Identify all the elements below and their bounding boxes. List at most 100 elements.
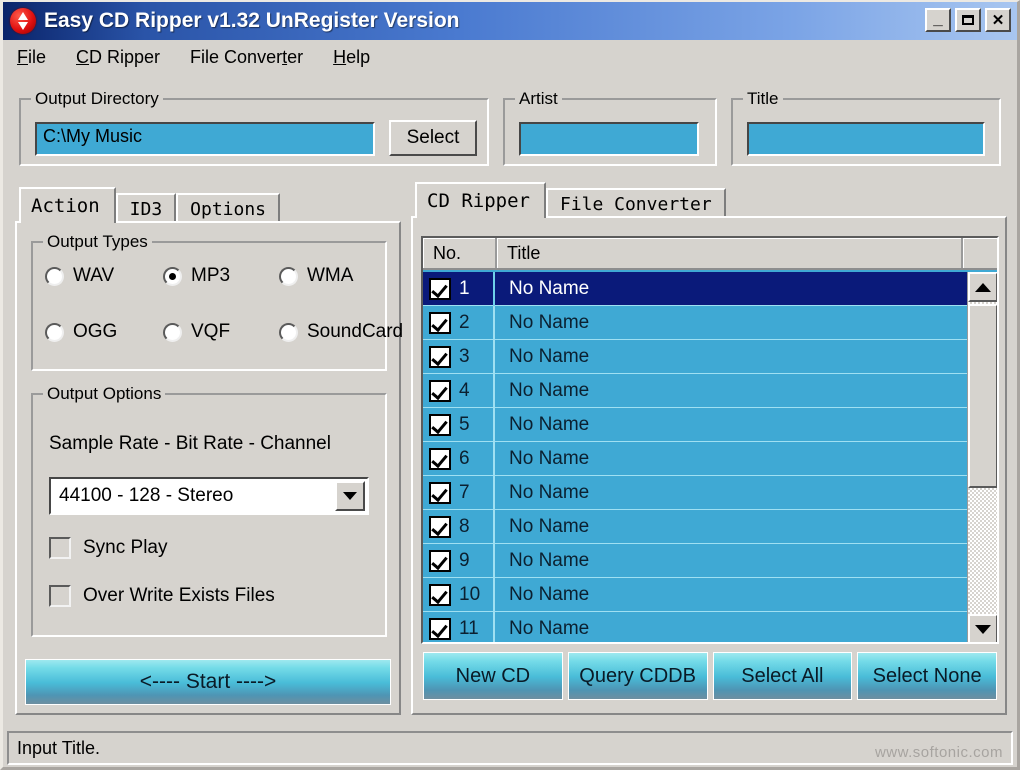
sync-play-label: Sync Play — [83, 537, 168, 558]
output-directory-label: Output Directory — [31, 89, 163, 109]
scroll-down-icon[interactable] — [968, 614, 997, 642]
window-controls: _ ✕ — [925, 8, 1011, 32]
tab-id3[interactable]: ID3 — [115, 193, 177, 223]
row-title: No Name — [493, 611, 967, 642]
menu-item-help[interactable]: Help — [333, 47, 370, 68]
row-checkbox-icon[interactable] — [429, 583, 451, 606]
row-no: 8 — [459, 515, 470, 537]
chevron-down-icon[interactable] — [335, 481, 365, 511]
row-title: No Name — [493, 509, 967, 544]
close-button[interactable]: ✕ — [985, 8, 1011, 32]
radio-wav[interactable]: WAV — [45, 265, 155, 287]
window-title: Easy CD Ripper v1.32 UnRegister Version — [44, 9, 460, 32]
column-header-title[interactable]: Title — [497, 238, 963, 268]
menu-item-file-converter[interactable]: File Converter — [190, 47, 303, 68]
tab-cd-ripper[interactable]: CD Ripper — [415, 182, 546, 218]
row-no: 7 — [459, 481, 470, 503]
row-checkbox-icon[interactable] — [429, 515, 451, 538]
radio-ogg-icon — [45, 322, 64, 342]
row-title: No Name — [493, 407, 967, 442]
start-button[interactable]: <---- Start ----> — [25, 659, 391, 705]
track-list-body[interactable]: 1 No Name 2 No Name 3 No Name 4 No Name — [423, 272, 967, 642]
row-checkbox-icon[interactable] — [429, 311, 451, 334]
radio-wma[interactable]: WMA — [279, 265, 353, 287]
select-all-button[interactable]: Select All — [712, 652, 853, 700]
title-input[interactable] — [747, 122, 985, 156]
artist-group: Artist — [503, 89, 717, 166]
menu-item-cd-ripper[interactable]: CD Ripper — [76, 47, 160, 68]
table-row[interactable]: 2 No Name — [423, 305, 967, 340]
row-title: No Name — [493, 305, 967, 340]
row-no: 3 — [459, 345, 470, 367]
output-types-group: Output Types WAV MP3 WMA OGG VQF SoundCa… — [31, 232, 403, 371]
table-row[interactable]: 11 No Name — [423, 611, 967, 642]
column-header-pad — [963, 238, 997, 268]
cd-ripper-tab-panel: No. Title 1 No Name 2 No Name 3 No Name … — [411, 216, 1007, 715]
row-checkbox-icon[interactable] — [429, 413, 451, 436]
radio-vqf-icon — [163, 322, 182, 342]
query-cddb-button[interactable]: Query CDDB — [567, 652, 708, 700]
scrollbar-thumb[interactable] — [968, 304, 997, 488]
table-row[interactable]: 7 No Name — [423, 475, 967, 510]
table-row[interactable]: 1 No Name — [423, 272, 967, 306]
title-value — [749, 124, 983, 127]
column-header-no[interactable]: No. — [423, 238, 497, 268]
table-row[interactable]: 4 No Name — [423, 373, 967, 408]
table-row[interactable]: 6 No Name — [423, 441, 967, 476]
row-title: No Name — [493, 543, 967, 578]
minimize-icon: _ — [933, 9, 943, 28]
row-checkbox-icon[interactable] — [429, 345, 451, 368]
radio-vqf-label: VQF — [191, 321, 231, 342]
output-directory-input[interactable]: C:\My Music — [35, 122, 375, 156]
row-checkbox-icon[interactable] — [429, 447, 451, 470]
radio-ogg[interactable]: OGG — [45, 321, 155, 343]
menu-item-file-label: ile — [28, 46, 47, 67]
row-checkbox-icon[interactable] — [429, 277, 451, 300]
sample-rate-combobox[interactable]: 44100 - 128 - Stereo — [49, 477, 369, 515]
row-title: No Name — [493, 441, 967, 476]
new-cd-button[interactable]: New CD — [423, 652, 563, 700]
radio-soundcard[interactable]: SoundCard — [279, 321, 403, 343]
checkbox-over-write[interactable]: Over Write Exists Files — [49, 585, 275, 607]
menu-item-cd-ripper-label: D Ripper — [89, 46, 161, 67]
cd-ripper-icon — [8, 6, 38, 36]
output-types-row-1: WAV MP3 WMA — [45, 265, 361, 287]
sample-rate-caption: Sample Rate - Bit Rate - Channel — [49, 433, 331, 454]
tab-action[interactable]: Action — [19, 187, 116, 223]
menu-bar: File CD Ripper File Converter Help — [3, 42, 1017, 72]
row-no: 1 — [459, 277, 470, 299]
artist-input[interactable] — [519, 122, 699, 156]
table-row[interactable]: 9 No Name — [423, 543, 967, 578]
radio-mp3[interactable]: MP3 — [163, 265, 271, 287]
status-text: Input Title. — [17, 737, 101, 758]
row-checkbox-icon[interactable] — [429, 481, 451, 504]
table-row[interactable]: 10 No Name — [423, 577, 967, 612]
title-label: Title — [743, 89, 783, 109]
table-row[interactable]: 3 No Name — [423, 339, 967, 374]
select-none-button[interactable]: Select None — [857, 652, 997, 700]
tab-options[interactable]: Options — [176, 193, 281, 223]
minimize-button[interactable]: _ — [925, 8, 951, 32]
row-no: 4 — [459, 379, 470, 401]
scroll-up-icon[interactable] — [968, 272, 997, 302]
tab-file-converter[interactable]: File Converter — [545, 188, 726, 218]
menu-item-file-converter-label: File Conver — [190, 46, 283, 67]
output-directory-value: C:\My Music — [43, 126, 142, 146]
checkbox-sync-play[interactable]: Sync Play — [49, 537, 167, 559]
application-window: Easy CD Ripper v1.32 UnRegister Version … — [0, 0, 1020, 770]
track-list: No. Title 1 No Name 2 No Name 3 No Name … — [421, 236, 999, 644]
menu-item-file[interactable]: File — [17, 47, 46, 68]
row-checkbox-icon[interactable] — [429, 549, 451, 572]
row-no: 2 — [459, 311, 470, 333]
row-checkbox-icon[interactable] — [429, 379, 451, 402]
radio-wma-icon — [279, 266, 298, 286]
maximize-button[interactable] — [955, 8, 981, 32]
vertical-scrollbar[interactable] — [967, 272, 997, 642]
output-directory-group: Output Directory C:\My Music Select — [19, 89, 489, 166]
radio-vqf[interactable]: VQF — [163, 321, 271, 343]
table-row[interactable]: 8 No Name — [423, 509, 967, 544]
table-row[interactable]: 5 No Name — [423, 407, 967, 442]
row-no: 9 — [459, 549, 470, 571]
row-checkbox-icon[interactable] — [429, 617, 451, 640]
select-directory-button[interactable]: Select — [389, 120, 477, 156]
